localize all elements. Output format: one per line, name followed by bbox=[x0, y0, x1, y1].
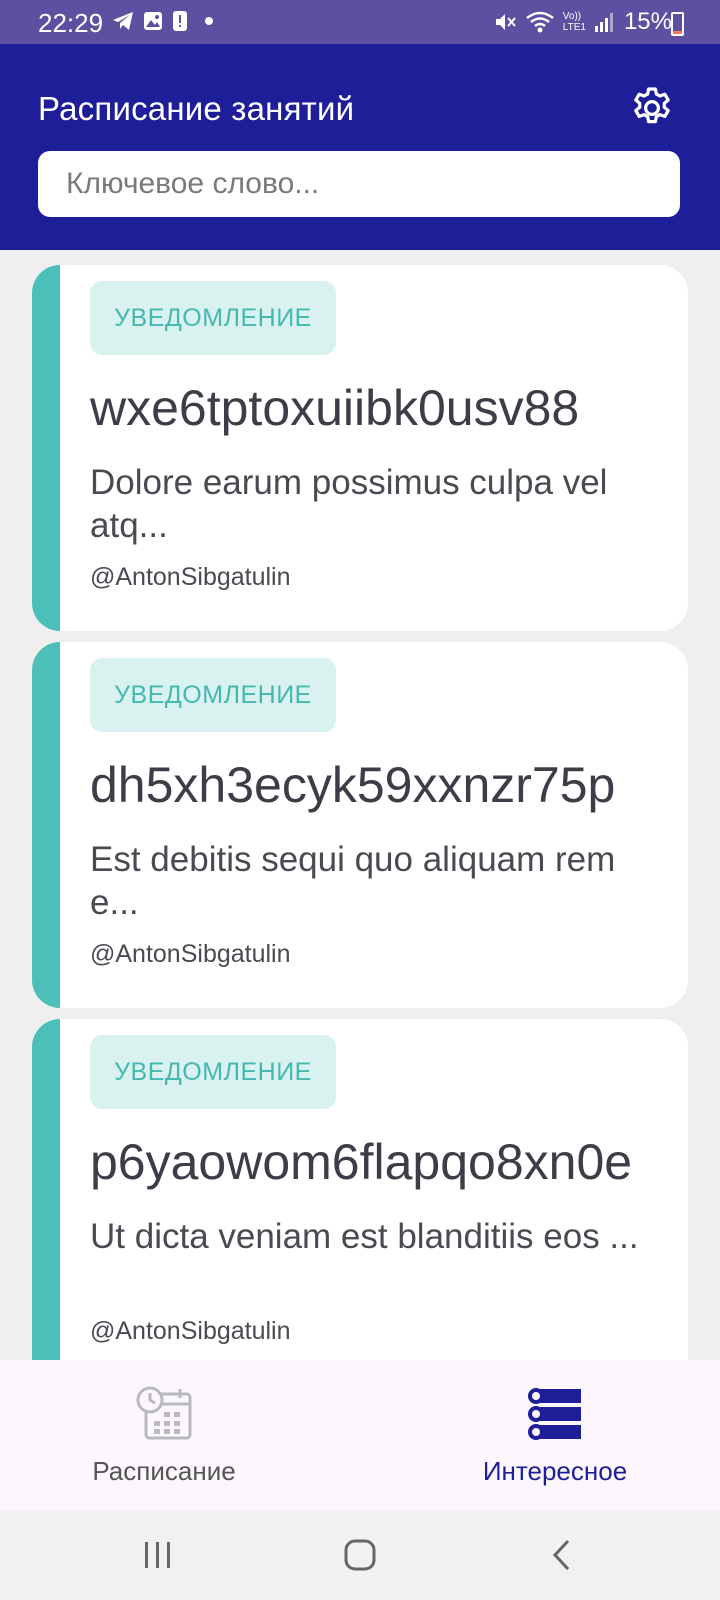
bottom-navigation: Расписание Интересное bbox=[0, 1360, 720, 1510]
notification-badge: УВЕДОМЛЕНИЕ bbox=[90, 658, 336, 732]
card-description: Ut dicta veniam est blanditiis eos ... bbox=[90, 1217, 639, 1256]
recents-icon bbox=[145, 1542, 170, 1568]
mute-icon bbox=[495, 14, 516, 30]
back-button[interactable] bbox=[532, 1528, 592, 1582]
card-author: @AntonSibgatulin bbox=[90, 563, 291, 591]
system-navigation-bar bbox=[0, 1510, 720, 1600]
search-input[interactable] bbox=[38, 151, 680, 217]
notification-card[interactable]: УВЕДОМЛЕНИЕ p6yaowom6flapqo8xn0e Ut dict… bbox=[32, 1019, 688, 1360]
recents-button[interactable] bbox=[128, 1528, 188, 1582]
status-bar: 22:29 Vo)) LTE1 15% bbox=[0, 0, 720, 44]
notification-card[interactable]: УВЕДОМЛЕНИЕ wxe6tptoxuiibk0usv88 Dolore … bbox=[32, 265, 688, 631]
battery-percent: 15% bbox=[623, 8, 672, 35]
battery-icon bbox=[671, 12, 684, 36]
nav-item-schedule[interactable]: Расписание bbox=[64, 1360, 264, 1510]
card-description: Est debitis sequi quo aliquam rem e... bbox=[90, 840, 616, 922]
notification-badge: УВЕДОМЛЕНИЕ bbox=[90, 1035, 336, 1109]
card-title: wxe6tptoxuiibk0usv88 bbox=[90, 380, 580, 436]
notification-icons bbox=[112, 10, 217, 32]
volte-indicator: Vo)) LTE1 bbox=[563, 11, 586, 33]
settings-button[interactable] bbox=[624, 80, 680, 136]
notification-card[interactable]: УВЕДОМЛЕНИЕ dh5xh3ecyk59xxnzr75p Est deb… bbox=[32, 642, 688, 1008]
notification-list[interactable]: УВЕДОМЛЕНИЕ wxe6tptoxuiibk0usv88 Dolore … bbox=[0, 250, 720, 1360]
card-accent-bar bbox=[32, 642, 60, 1008]
home-icon bbox=[344, 1539, 376, 1571]
home-button[interactable] bbox=[330, 1528, 390, 1582]
alert-icon bbox=[173, 11, 187, 31]
nav-label-schedule: Расписание bbox=[92, 1456, 236, 1486]
card-accent-bar bbox=[32, 265, 60, 631]
telegram-icon bbox=[113, 12, 133, 30]
gear-icon bbox=[634, 87, 670, 124]
calendar-clock-icon bbox=[136, 1386, 192, 1440]
card-author: @AntonSibgatulin bbox=[90, 1317, 291, 1345]
dot-icon bbox=[205, 17, 213, 25]
app-bar: Расписание занятий bbox=[0, 44, 720, 250]
card-title: dh5xh3ecyk59xxnzr75p bbox=[90, 757, 616, 813]
status-time: 22:29 bbox=[38, 8, 104, 38]
back-icon bbox=[552, 1539, 570, 1571]
card-description: Dolore earum possimus culpa vel atq... bbox=[90, 463, 608, 545]
nav-item-interesting[interactable]: Интересное bbox=[455, 1360, 655, 1510]
list-icon bbox=[528, 1388, 581, 1440]
card-title: p6yaowom6flapqo8xn0e bbox=[90, 1134, 633, 1190]
system-status-icons: Vo)) LTE1 15% bbox=[493, 8, 672, 36]
notification-badge: УВЕДОМЛЕНИЕ bbox=[90, 281, 336, 355]
wifi-icon bbox=[526, 11, 554, 33]
gallery-icon bbox=[144, 12, 162, 30]
lte-label: LTE1 bbox=[562, 22, 586, 33]
volte-label: Vo)) bbox=[562, 11, 582, 22]
card-accent-bar bbox=[32, 1019, 60, 1360]
nav-label-interesting: Интересное bbox=[482, 1456, 628, 1486]
page-title: Расписание занятий bbox=[38, 90, 355, 127]
card-author: @AntonSibgatulin bbox=[90, 940, 291, 968]
signal-icon bbox=[594, 13, 613, 32]
